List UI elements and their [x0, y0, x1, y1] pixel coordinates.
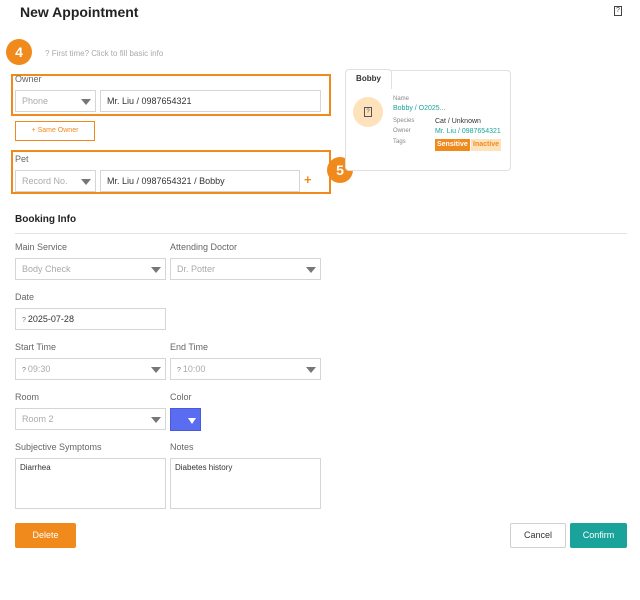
start-time-label: Start Time	[15, 342, 57, 352]
date-value: 2025-07-28	[27, 314, 74, 324]
clock-icon: ?	[22, 367, 26, 374]
date-label: Date	[15, 292, 35, 302]
doctor-label: Attending Doctor	[170, 242, 238, 252]
owner-search-type-value: Phone	[22, 96, 49, 106]
chevron-down-icon	[306, 267, 316, 273]
tag-inactive: Inactive	[471, 139, 502, 151]
booking-info-heading: Booking Info	[15, 214, 77, 225]
room-select[interactable]: Room 2	[15, 408, 166, 430]
start-time-value: 09:30	[27, 364, 51, 374]
pet-label: Pet	[15, 154, 29, 164]
doctor-select[interactable]: Dr. Potter	[170, 258, 321, 280]
pet-avatar: ?	[353, 97, 383, 127]
tag-sensitive: Sensitive	[435, 139, 470, 151]
chevron-down-icon	[151, 417, 161, 423]
color-picker[interactable]	[170, 408, 201, 431]
same-owner-button[interactable]: + Same Owner	[15, 121, 95, 141]
start-time-select[interactable]: ? 09:30	[15, 358, 166, 380]
pet-species-value: Cat / Unknown	[435, 118, 481, 125]
pet-tags-key: Tags	[393, 139, 406, 145]
first-time-hint-text: First time? Click to fill basic info	[51, 49, 164, 58]
main-service-value: Body Check	[22, 264, 71, 274]
first-time-hint[interactable]: ? First time? Click to fill basic info	[45, 49, 163, 58]
notes-label: Notes	[170, 442, 194, 452]
pet-owner-value[interactable]: Mr. Liu / 0987654321	[435, 128, 501, 135]
pet-name-value[interactable]: Bobby / O2025...	[393, 105, 446, 112]
page-title: New Appointment	[20, 4, 139, 20]
pet-card-tab[interactable]: Bobby	[345, 69, 392, 89]
cancel-button[interactable]: Cancel	[510, 523, 566, 548]
clock-icon: ?	[177, 367, 181, 374]
help-icon[interactable]: ?	[614, 6, 622, 16]
room-label: Room	[15, 392, 40, 402]
pet-input[interactable]: Mr. Liu / 0987654321 / Bobby	[100, 170, 300, 192]
info-icon: ?	[45, 49, 50, 58]
confirm-button[interactable]: Confirm	[570, 523, 627, 548]
end-time-label: End Time	[170, 342, 209, 352]
owner-input[interactable]: Mr. Liu / 0987654321	[100, 90, 321, 112]
color-label: Color	[170, 392, 192, 402]
section-divider	[15, 233, 627, 234]
symptoms-label: Subjective Symptoms	[15, 442, 102, 452]
end-time-value: 10:00	[182, 364, 206, 374]
doctor-value: Dr. Potter	[177, 264, 216, 274]
add-pet-button[interactable]: +	[304, 172, 312, 187]
symptoms-textarea[interactable]: Diarrhea	[15, 458, 166, 509]
step-badge-4: 4	[6, 39, 32, 65]
pet-species-key: Species	[393, 118, 415, 124]
pet-name-key: Name	[393, 96, 410, 102]
chevron-down-icon	[151, 267, 161, 273]
chevron-down-icon	[151, 367, 161, 373]
room-value: Room 2	[22, 414, 54, 424]
chevron-down-icon	[188, 418, 196, 424]
pet-search-type-select[interactable]: Record No.	[15, 170, 96, 192]
pet-search-type-value: Record No.	[22, 176, 68, 186]
owner-search-type-select[interactable]: Phone	[15, 90, 96, 112]
owner-label: Owner	[15, 74, 42, 84]
calendar-icon: ?	[22, 317, 26, 324]
main-service-label: Main Service	[15, 242, 68, 252]
pet-avatar-icon: ?	[364, 107, 372, 117]
delete-button[interactable]: Delete	[15, 523, 76, 548]
main-service-select[interactable]: Body Check	[15, 258, 166, 280]
chevron-down-icon	[81, 179, 91, 185]
end-time-select[interactable]: ? 10:00	[170, 358, 321, 380]
chevron-down-icon	[306, 367, 316, 373]
date-input[interactable]: ? 2025-07-28	[15, 308, 166, 330]
pet-owner-key: Owner	[393, 128, 411, 134]
chevron-down-icon	[81, 99, 91, 105]
notes-textarea[interactable]: Diabetes history	[170, 458, 321, 509]
